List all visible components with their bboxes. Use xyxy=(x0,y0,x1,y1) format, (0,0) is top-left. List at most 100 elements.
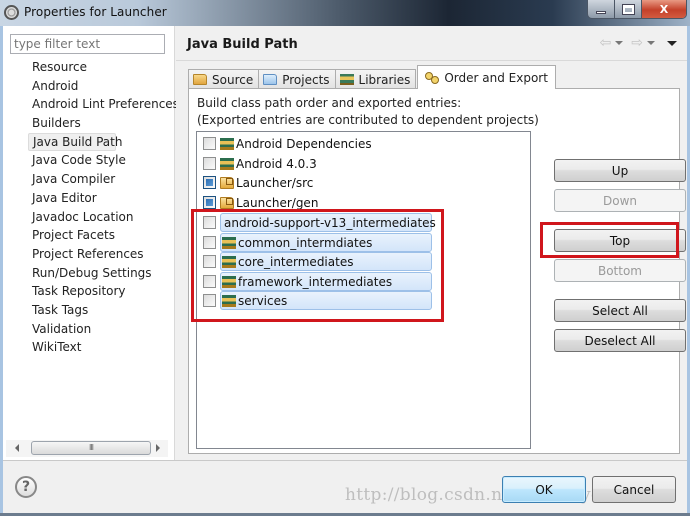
tab-projects[interactable]: Projects xyxy=(258,69,336,89)
entry-label-container[interactable]: Launcher/gen xyxy=(220,196,318,210)
down-button[interactable]: Down xyxy=(554,189,686,212)
entry-label: framework_intermediates xyxy=(238,274,393,289)
minimize-button[interactable] xyxy=(588,0,615,18)
export-checkbox[interactable] xyxy=(203,294,216,308)
sidebar-item[interactable]: WikiText xyxy=(28,338,183,357)
sidebar-item[interactable]: Java Editor xyxy=(28,189,183,208)
entry-label-container[interactable]: Android Dependencies xyxy=(220,137,372,151)
classpath-entry-list[interactable]: Android Dependencies Android 4.0.3 Launche… xyxy=(196,131,531,449)
projects-folder-icon xyxy=(263,74,278,85)
entry-label-container[interactable]: framework_intermediates xyxy=(220,272,432,292)
close-icon: X xyxy=(659,2,669,16)
export-checkbox[interactable] xyxy=(203,236,216,250)
entry-label-container[interactable]: Android 4.0.3 xyxy=(220,157,317,171)
entry-label: android-support-v13_intermediates xyxy=(224,215,436,230)
entry-label-container[interactable]: services xyxy=(220,291,432,311)
window-title: Properties for Launcher xyxy=(24,5,167,19)
sidebar-item[interactable]: Validation xyxy=(28,320,183,339)
classpath-entry[interactable]: Launcher/src xyxy=(197,173,313,193)
entry-label: Launcher/gen xyxy=(236,195,319,210)
classpath-entry[interactable]: Launcher/gen xyxy=(197,193,318,213)
export-checkbox[interactable] xyxy=(203,196,216,210)
library-icon xyxy=(222,255,236,268)
bottom-button[interactable]: Bottom xyxy=(554,259,686,282)
footer-separator xyxy=(3,460,687,461)
export-checkbox[interactable] xyxy=(203,216,216,230)
back-history-dropdown-icon[interactable] xyxy=(615,41,624,45)
sidebar-item[interactable]: Project References xyxy=(28,245,183,264)
title-separator xyxy=(176,60,687,61)
up-button[interactable]: Up xyxy=(554,159,686,182)
tab-label: Projects xyxy=(282,72,330,87)
tab-label: Source xyxy=(212,72,254,87)
library-icon xyxy=(220,137,234,150)
scroll-right-arrow-icon[interactable] xyxy=(156,444,160,452)
entry-label-container[interactable]: core_intermediates xyxy=(220,252,432,272)
entry-label: Launcher/src xyxy=(236,175,314,190)
sidebar-item[interactable]: Resource xyxy=(28,58,183,77)
ok-button[interactable]: OK xyxy=(502,476,586,503)
entry-label-container[interactable]: android-support-v13_intermediates xyxy=(220,213,436,233)
sidebar-item[interactable]: Javadoc Location xyxy=(28,208,183,227)
filter-input[interactable] xyxy=(10,34,165,54)
entry-label-container[interactable]: common_intermdiates xyxy=(220,233,432,253)
order-export-tab-content: Build class path order and exported entr… xyxy=(188,88,686,454)
entry-label-container[interactable]: Launcher/src xyxy=(220,176,313,190)
classpath-entry[interactable]: common_intermdiates xyxy=(197,233,432,253)
export-checkbox[interactable] xyxy=(203,137,216,151)
sidebar-item[interactable]: Android Lint Preferences xyxy=(28,95,183,114)
entry-label: services xyxy=(238,293,288,308)
export-checkbox[interactable] xyxy=(203,176,216,190)
description-line-1: Build class path order and exported entr… xyxy=(197,96,462,110)
window-controls: X xyxy=(587,0,687,19)
scroll-left-arrow-icon[interactable] xyxy=(15,444,19,452)
export-checkbox[interactable] xyxy=(203,255,216,269)
library-icon xyxy=(222,275,236,288)
help-button[interactable]: ? xyxy=(15,476,37,498)
sidebar-item[interactable]: Java Code Style xyxy=(28,151,183,170)
classpath-entry[interactable]: services xyxy=(197,291,432,311)
sidebar-item[interactable]: Android xyxy=(28,77,183,96)
entry-label: common_intermdiates xyxy=(238,235,373,250)
source-folder-icon xyxy=(220,196,234,209)
source-folder-icon xyxy=(220,176,234,189)
sidebar-item[interactable]: Run/Debug Settings xyxy=(28,264,183,283)
entry-label: core_intermediates xyxy=(238,254,354,269)
maximize-button[interactable] xyxy=(615,0,642,18)
classpath-entry[interactable]: framework_intermediates xyxy=(197,272,432,292)
classpath-entry[interactable]: Android 4.0.3 xyxy=(197,154,317,174)
scrollbar-thumb[interactable]: III xyxy=(31,441,151,455)
view-menu-icon[interactable] xyxy=(667,40,677,46)
maximize-icon xyxy=(621,3,635,15)
back-arrow-icon[interactable]: ⇦ xyxy=(600,36,612,50)
classpath-entry[interactable]: Android Dependencies xyxy=(197,134,372,154)
tab-source[interactable]: Source xyxy=(188,69,260,89)
java-build-path-page: Java Build Path ⇦ ⇨ Source Projects Librar… xyxy=(176,26,687,460)
export-checkbox[interactable] xyxy=(203,275,216,289)
cancel-button[interactable]: Cancel xyxy=(592,476,676,503)
tab-libraries[interactable]: Libraries xyxy=(334,69,417,89)
close-button[interactable]: X xyxy=(642,0,686,18)
tab-label: Libraries xyxy=(358,72,411,87)
minimize-icon xyxy=(596,10,606,14)
sidebar-item[interactable]: Java Compiler xyxy=(28,170,183,189)
select-all-button[interactable]: Select All xyxy=(554,299,686,322)
sidebar-item[interactable]: Task Repository xyxy=(28,282,183,301)
entry-label: Android Dependencies xyxy=(236,136,372,151)
export-checkbox[interactable] xyxy=(203,157,216,171)
classpath-entry[interactable]: android-support-v13_intermediates xyxy=(197,213,436,233)
library-icon xyxy=(220,157,234,170)
top-button[interactable]: Top xyxy=(554,229,686,252)
title-bar[interactable]: Properties for Launcher X xyxy=(0,0,690,26)
tab-order-and-export[interactable]: Order and Export xyxy=(417,65,556,89)
sidebar-item[interactable]: Java Build Path xyxy=(28,132,122,152)
sidebar-item[interactable]: Task Tags xyxy=(28,301,183,320)
forward-arrow-icon[interactable]: ⇨ xyxy=(631,36,643,50)
sidebar-item[interactable]: Builders xyxy=(28,114,183,133)
horizontal-scrollbar[interactable]: III xyxy=(6,440,168,457)
deselect-all-button[interactable]: Deselect All xyxy=(554,329,686,352)
classpath-entry[interactable]: core_intermediates xyxy=(197,252,432,272)
sidebar-item[interactable]: Project Facets xyxy=(28,226,183,245)
description: Build class path order and exported entr… xyxy=(197,95,539,129)
forward-history-dropdown-icon[interactable] xyxy=(647,41,655,45)
